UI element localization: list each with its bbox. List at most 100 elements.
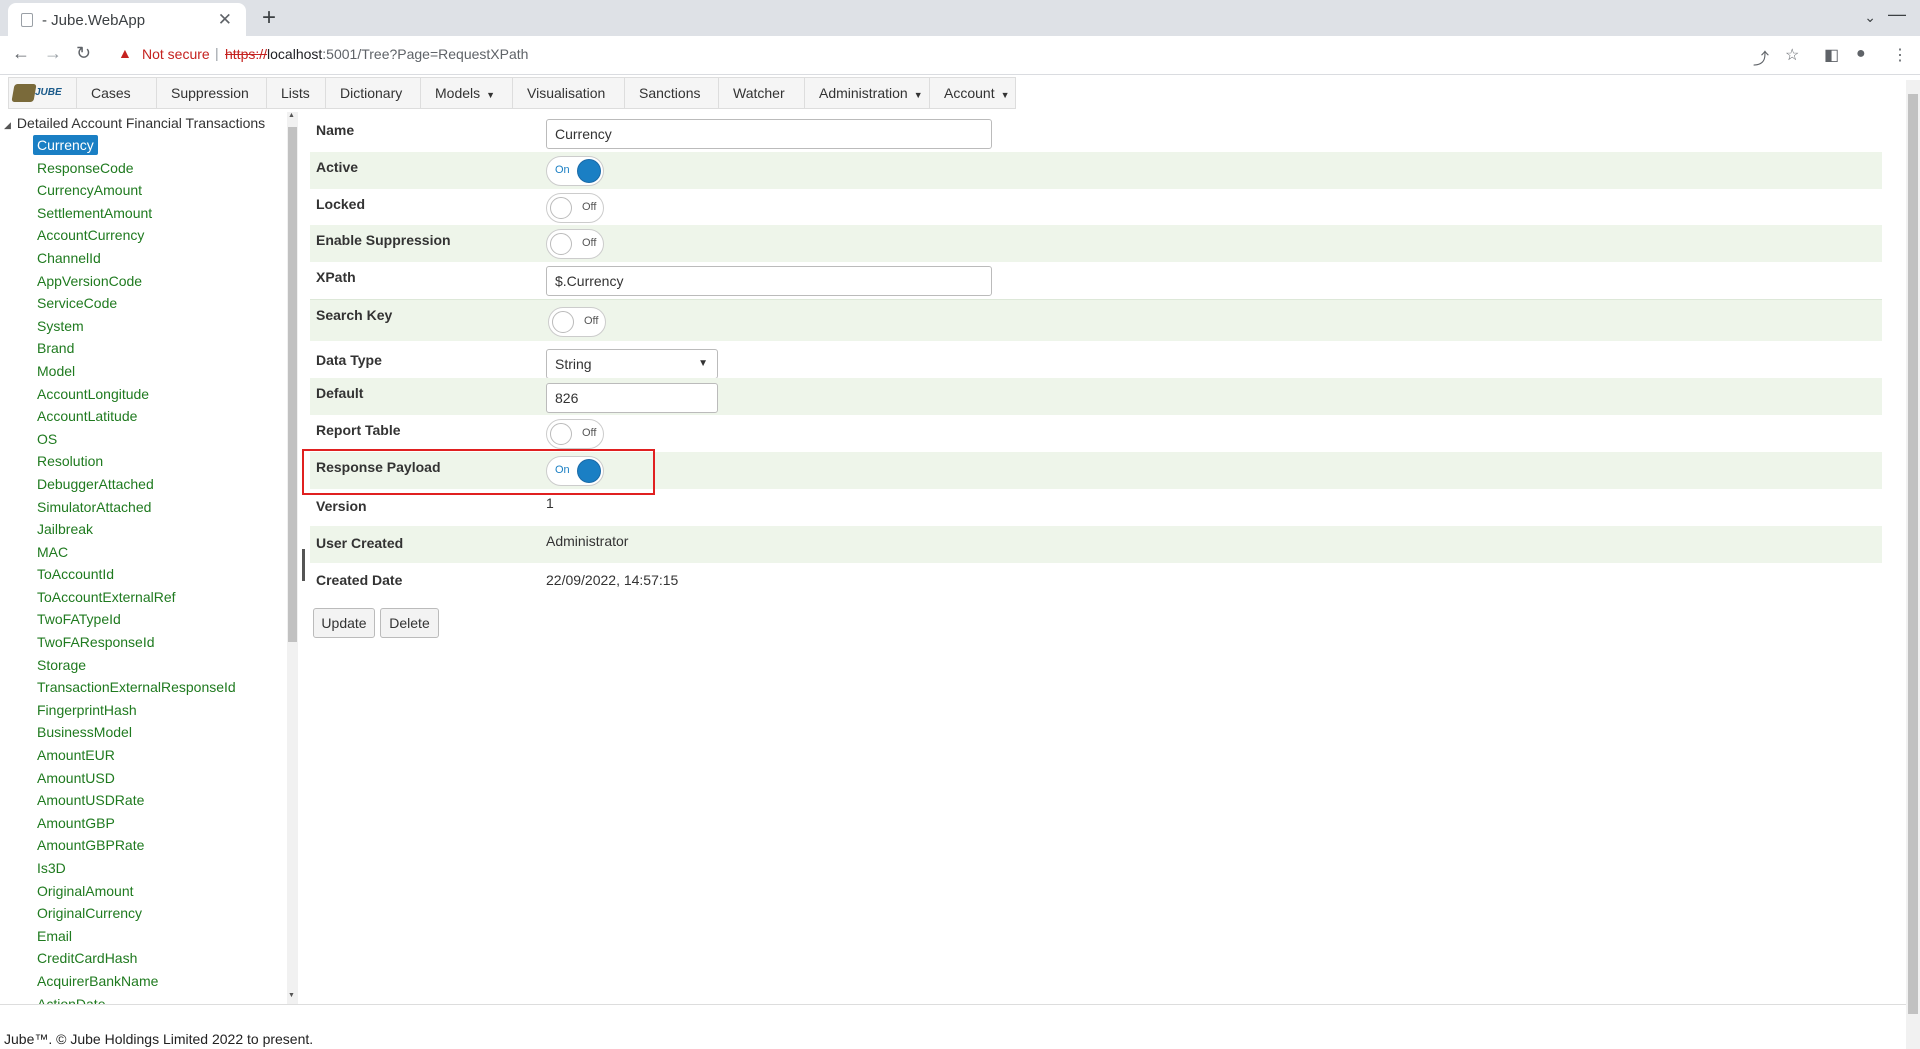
reload-icon[interactable]: ↻ [76,43,91,64]
minimize-icon[interactable]: — [1888,4,1906,25]
tree-scrollbar-thumb[interactable] [288,127,297,642]
tree-item[interactable]: AmountGBP [37,812,236,835]
default-input[interactable]: 826 [546,383,718,413]
tree-item[interactable]: SettlementAmount [37,202,236,225]
nav-suppression[interactable]: Suppression [156,78,266,108]
enable-suppression-toggle[interactable]: Off [546,229,604,259]
enable-suppression-label: Enable Suppression [316,232,451,248]
tree-item[interactable]: MAC [37,541,236,564]
tree-item[interactable]: AppVersionCode [37,270,236,293]
row-response-payload: Response Payload On [310,452,1882,489]
profile-icon[interactable]: ● [1856,45,1866,63]
tree-item[interactable]: FingerprintHash [37,699,236,722]
tree-item[interactable]: Jailbreak [37,518,236,541]
collapse-triangle-icon[interactable]: ◢ [4,120,11,130]
nav-administration[interactable]: Administration ▼ [804,78,929,108]
back-icon[interactable]: ← [12,43,30,64]
tree-item[interactable]: TwoFAResponseId [37,631,236,654]
browser-tabstrip: - Jube.WebApp ✕ + ⌄ — [0,0,1920,36]
tree-item[interactable]: Is3D [37,857,236,880]
tree-item[interactable]: AmountGBPRate [37,834,236,857]
tree-item[interactable]: AccountLatitude [37,405,236,428]
browser-tab[interactable]: - Jube.WebApp ✕ [8,3,246,36]
active-toggle[interactable]: On [546,156,604,186]
nav-watcher[interactable]: Watcher [718,78,804,108]
data-type-label: Data Type [316,352,382,368]
tree-item[interactable]: Model [37,360,236,383]
side-panel-icon[interactable]: ◧ [1824,45,1839,65]
tree-item[interactable]: SimulatorAttached [37,496,236,519]
share-icon[interactable]: ⤴ [1753,45,1769,69]
tree-item[interactable]: ServiceCode [37,292,236,315]
tree-item[interactable]: ActionDate [37,993,236,1004]
response-payload-toggle[interactable]: On [546,456,604,486]
tree-item[interactable]: CurrencyAmount [37,179,236,202]
tree-item[interactable]: AcquirerBankName [37,970,236,993]
tree-item[interactable]: OS [37,428,236,451]
jube-logo[interactable]: JUBE [11,84,63,102]
report-table-toggle[interactable]: Off [546,419,604,449]
tree-item[interactable]: AmountUSD [37,767,236,790]
tree-item[interactable]: ChannelId [37,247,236,270]
close-tab-icon[interactable]: ✕ [218,10,232,30]
locked-toggle[interactable]: Off [546,193,604,223]
search-key-toggle[interactable]: Off [548,307,606,337]
nav-dictionary[interactable]: Dictionary [325,78,420,108]
tree-item[interactable]: OriginalCurrency [37,902,236,925]
tree-item[interactable]: ToAccountExternalRef [37,586,236,609]
forward-icon[interactable]: → [44,43,62,64]
tree-item[interactable]: AmountEUR [37,744,236,767]
delete-button[interactable]: Delete [380,608,439,638]
scroll-down-icon[interactable]: ▼ [288,992,295,999]
tree-item[interactable]: AmountUSDRate [37,789,236,812]
address-bar[interactable]: ▲ Not secure | https://localhost:5001/Tr… [112,42,1792,68]
tree-item[interactable]: CreditCardHash [37,947,236,970]
chevron-down-icon: ▼ [1000,90,1010,100]
nav-visualisation[interactable]: Visualisation [512,78,624,108]
data-type-select[interactable]: String ▼ [546,349,718,379]
tree-item[interactable]: OriginalAmount [37,880,236,903]
report-table-label: Report Table [316,422,401,438]
tree-item[interactable]: ResponseCode [37,157,236,180]
row-name: Name Currency [310,115,1882,151]
tree-item[interactable]: Brand [37,337,236,360]
tree-item[interactable]: Email [37,925,236,948]
nav-lists[interactable]: Lists [266,78,325,108]
tab-search-icon[interactable]: ⌄ [1864,9,1876,26]
divider: | [215,45,219,61]
tree-item[interactable]: TransactionExternalResponseId [37,676,236,699]
bookmark-star-icon[interactable]: ☆ [1785,45,1799,65]
splitter-grip[interactable] [302,549,305,581]
tree-item[interactable]: Storage [37,654,236,677]
tree-item[interactable]: System [37,315,236,338]
security-label: Not secure [142,46,210,62]
tree-item[interactable]: TwoFATypeId [37,608,236,631]
main-scrollbar-thumb[interactable] [1908,94,1918,1014]
nav-cases[interactable]: Cases [76,78,156,108]
tree-root[interactable]: ◢ Detailed Account Financial Transactions [4,115,265,131]
nav-models[interactable]: Models ▼ [420,78,512,108]
dropdown-arrow-icon: ▼ [698,358,708,369]
new-tab-icon[interactable]: + [262,4,276,32]
nav-account[interactable]: Account ▼ [929,78,1015,108]
row-enable-suppression: Enable Suppression Off [310,225,1882,262]
chevron-down-icon: ▼ [913,90,923,100]
tree-item[interactable]: AccountCurrency [37,224,236,247]
xpath-input[interactable]: $.Currency [546,266,992,296]
scroll-up-icon[interactable]: ▲ [288,112,295,119]
tree-item[interactable]: AccountLongitude [37,383,236,406]
menu-icon[interactable]: ⋮ [1892,45,1908,65]
logo-text: JUBE [35,87,62,98]
footer-text: Jube™. © Jube Holdings Limited 2022 to p… [4,1031,314,1047]
tree-item[interactable]: ToAccountId [37,563,236,586]
active-label: Active [316,159,359,175]
name-input[interactable]: Currency [546,119,992,149]
row-xpath: XPath $.Currency [310,262,1882,300]
update-button[interactable]: Update [313,608,375,638]
tree-item[interactable]: Currency [33,134,236,157]
tree-item[interactable]: DebuggerAttached [37,473,236,496]
nav-sanctions[interactable]: Sanctions [624,78,718,108]
tree-item[interactable]: BusinessModel [37,721,236,744]
tree-item[interactable]: Resolution [37,450,236,473]
panel-splitter[interactable] [302,112,308,1004]
